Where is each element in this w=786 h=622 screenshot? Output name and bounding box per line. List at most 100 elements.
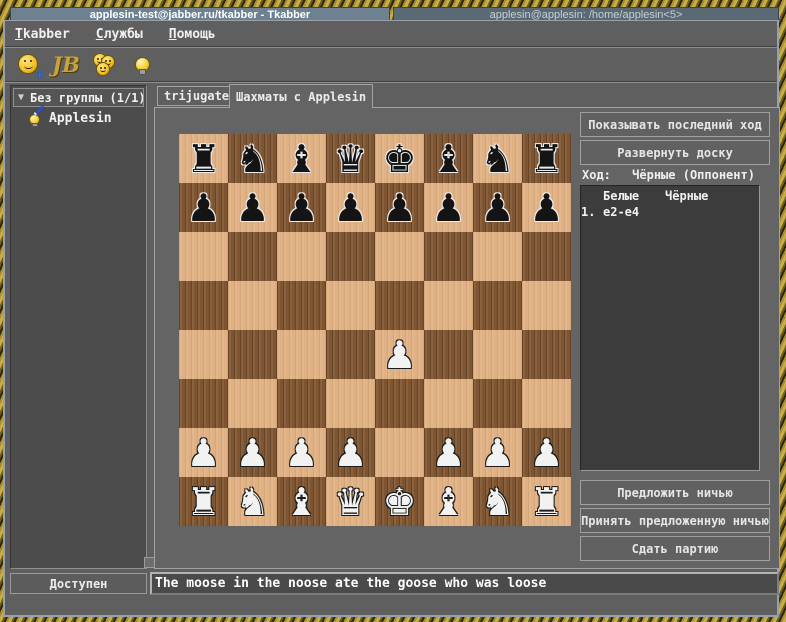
move-row[interactable]: 1. e2-e4 xyxy=(581,204,759,220)
white-pawn-piece[interactable]: ♟ xyxy=(431,430,465,476)
white-pawn-piece[interactable]: ♟ xyxy=(529,430,563,476)
square-f4[interactable] xyxy=(424,330,473,379)
resign-button[interactable]: Сдать партию xyxy=(580,536,770,561)
square-e3[interactable] xyxy=(375,379,424,428)
square-c2[interactable]: ♟ xyxy=(277,428,326,477)
roster-contact-applesin[interactable]: Applesin xyxy=(29,110,146,126)
black-bishop-piece[interactable]: ♝ xyxy=(284,136,318,182)
square-h7[interactable]: ♟ xyxy=(522,183,571,232)
square-a7[interactable]: ♟ xyxy=(179,183,228,232)
square-g7[interactable]: ♟ xyxy=(473,183,522,232)
square-a5[interactable] xyxy=(179,281,228,330)
move-list[interactable]: Белые Чёрные 1. e2-e4 xyxy=(580,185,760,471)
square-e5[interactable] xyxy=(375,281,424,330)
service-browser-button[interactable]: JB xyxy=(53,51,79,77)
white-pawn-piece[interactable]: ♟ xyxy=(284,430,318,476)
square-f2[interactable]: ♟ xyxy=(424,428,473,477)
square-c7[interactable]: ♟ xyxy=(277,183,326,232)
square-c4[interactable] xyxy=(277,330,326,379)
white-rook-piece[interactable]: ♜ xyxy=(529,479,563,525)
square-h4[interactable] xyxy=(522,330,571,379)
square-e1[interactable]: ♚ xyxy=(375,477,424,526)
square-a2[interactable]: ♟ xyxy=(179,428,228,477)
square-d3[interactable] xyxy=(326,379,375,428)
white-rook-piece[interactable]: ♜ xyxy=(186,479,220,525)
status-message-entry[interactable]: The moose in the noose ate the goose who… xyxy=(150,572,779,595)
white-bishop-piece[interactable]: ♝ xyxy=(431,479,465,525)
square-d7[interactable]: ♟ xyxy=(326,183,375,232)
white-king-piece[interactable]: ♚ xyxy=(382,479,416,525)
black-knight-piece[interactable]: ♞ xyxy=(480,136,514,182)
square-b3[interactable] xyxy=(228,379,277,428)
menu-services[interactable]: Службы xyxy=(96,27,143,42)
black-pawn-piece[interactable]: ♟ xyxy=(284,185,318,231)
square-h5[interactable] xyxy=(522,281,571,330)
square-h1[interactable]: ♜ xyxy=(522,477,571,526)
square-b6[interactable] xyxy=(228,232,277,281)
square-d6[interactable] xyxy=(326,232,375,281)
square-b5[interactable] xyxy=(228,281,277,330)
square-a6[interactable] xyxy=(179,232,228,281)
roster-group[interactable]: ▼ Без группы (1/1) xyxy=(13,88,144,107)
square-d8[interactable]: ♛ xyxy=(326,134,375,183)
black-rook-piece[interactable]: ♜ xyxy=(186,136,220,182)
square-a3[interactable] xyxy=(179,379,228,428)
black-rook-piece[interactable]: ♜ xyxy=(529,136,563,182)
square-e8[interactable]: ♚ xyxy=(375,134,424,183)
square-c5[interactable] xyxy=(277,281,326,330)
square-b7[interactable]: ♟ xyxy=(228,183,277,232)
black-pawn-piece[interactable]: ♟ xyxy=(431,185,465,231)
square-a4[interactable] xyxy=(179,330,228,379)
accept-draw-button[interactable]: Принять предложенную ничью xyxy=(580,508,770,533)
square-g5[interactable] xyxy=(473,281,522,330)
square-e6[interactable] xyxy=(375,232,424,281)
black-pawn-piece[interactable]: ♟ xyxy=(235,185,269,231)
square-f1[interactable]: ♝ xyxy=(424,477,473,526)
square-f7[interactable]: ♟ xyxy=(424,183,473,232)
square-f6[interactable] xyxy=(424,232,473,281)
square-c8[interactable]: ♝ xyxy=(277,134,326,183)
black-pawn-piece[interactable]: ♟ xyxy=(333,185,367,231)
square-c6[interactable] xyxy=(277,232,326,281)
white-bishop-piece[interactable]: ♝ xyxy=(284,479,318,525)
square-g8[interactable]: ♞ xyxy=(473,134,522,183)
black-pawn-piece[interactable]: ♟ xyxy=(186,185,220,231)
square-h8[interactable]: ♜ xyxy=(522,134,571,183)
square-g4[interactable] xyxy=(473,330,522,379)
black-king-piece[interactable]: ♚ xyxy=(382,136,416,182)
square-h2[interactable]: ♟ xyxy=(522,428,571,477)
square-d1[interactable]: ♛ xyxy=(326,477,375,526)
square-c1[interactable]: ♝ xyxy=(277,477,326,526)
square-g2[interactable]: ♟ xyxy=(473,428,522,477)
square-e2[interactable] xyxy=(375,428,424,477)
tab-chess-applesin[interactable]: Шахматы с Applesin xyxy=(229,84,373,108)
white-pawn-piece[interactable]: ♟ xyxy=(382,332,416,378)
white-knight-piece[interactable]: ♞ xyxy=(235,479,269,525)
square-b4[interactable] xyxy=(228,330,277,379)
square-d5[interactable] xyxy=(326,281,375,330)
square-g6[interactable] xyxy=(473,232,522,281)
add-contact-button[interactable]: + xyxy=(15,51,41,77)
white-knight-piece[interactable]: ♞ xyxy=(480,479,514,525)
presence-status-button[interactable]: Доступен xyxy=(10,573,147,594)
show-last-move-button[interactable]: Показывать последний ход xyxy=(580,112,770,137)
square-e7[interactable]: ♟ xyxy=(375,183,424,232)
white-queen-piece[interactable]: ♛ xyxy=(333,479,367,525)
white-pawn-piece[interactable]: ♟ xyxy=(333,430,367,476)
square-f3[interactable] xyxy=(424,379,473,428)
white-pawn-piece[interactable]: ♟ xyxy=(480,430,514,476)
black-pawn-piece[interactable]: ♟ xyxy=(382,185,416,231)
square-a8[interactable]: ♜ xyxy=(179,134,228,183)
flip-board-button[interactable]: Развернуть доску xyxy=(580,140,770,165)
square-a1[interactable]: ♜ xyxy=(179,477,228,526)
square-f8[interactable]: ♝ xyxy=(424,134,473,183)
square-h6[interactable] xyxy=(522,232,571,281)
square-b8[interactable]: ♞ xyxy=(228,134,277,183)
square-c3[interactable] xyxy=(277,379,326,428)
black-bishop-piece[interactable]: ♝ xyxy=(431,136,465,182)
black-pawn-piece[interactable]: ♟ xyxy=(480,185,514,231)
menu-tkabber[interactable]: Tkabber xyxy=(15,27,70,42)
menu-help[interactable]: Помощь xyxy=(169,27,216,42)
square-g3[interactable] xyxy=(473,379,522,428)
tab-trijugate[interactable]: trijugate xyxy=(157,86,236,106)
